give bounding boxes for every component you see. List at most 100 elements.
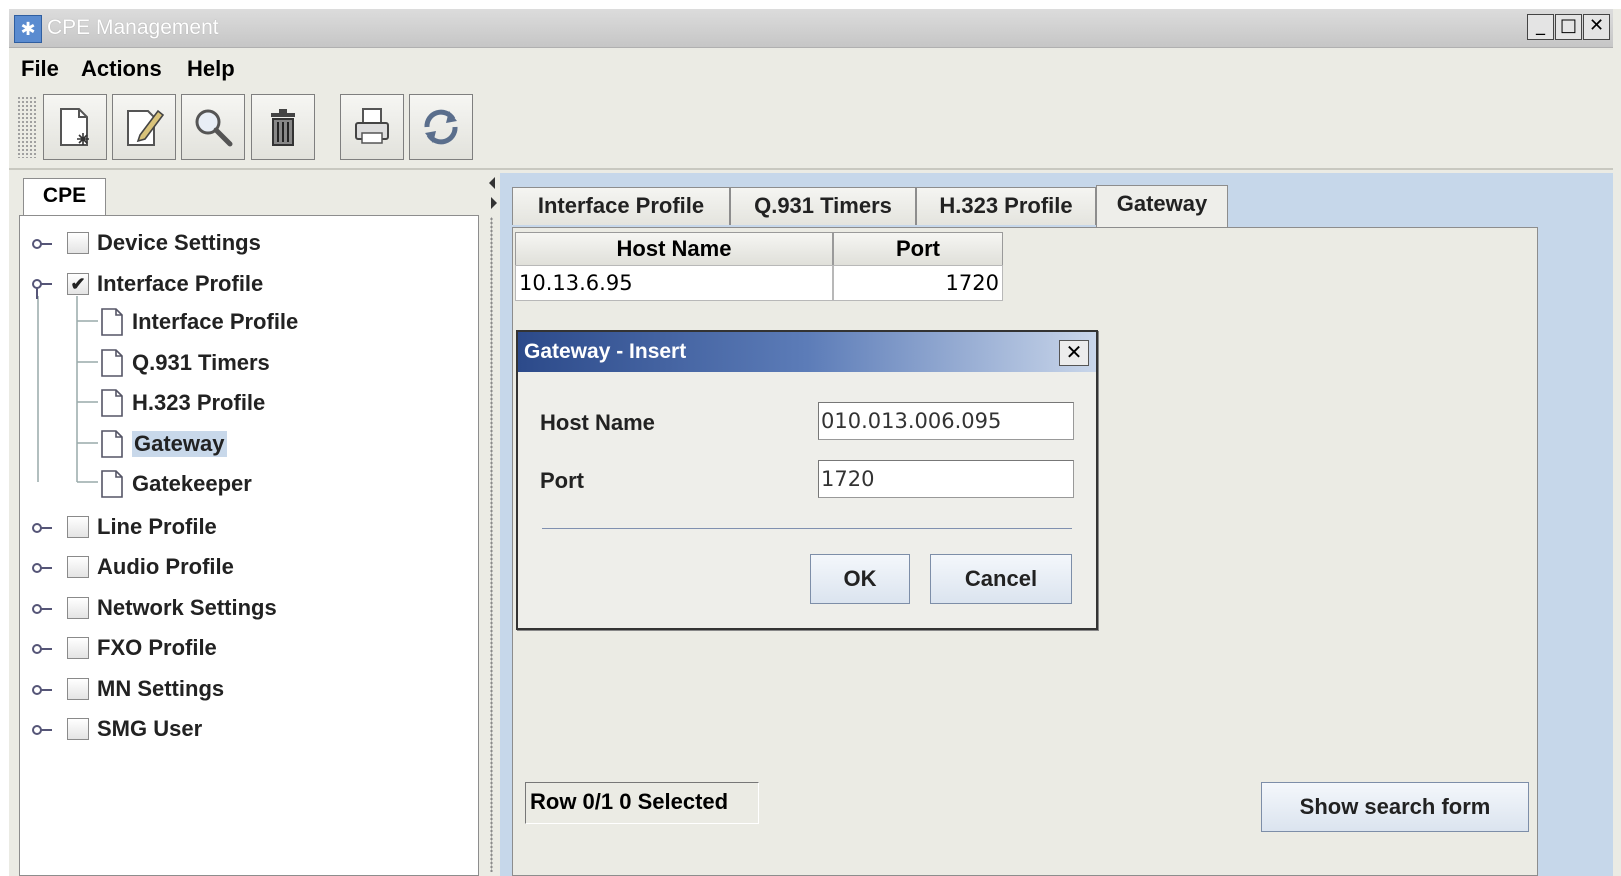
tree-leaf-gatekeeper[interactable]: Gatekeeper <box>100 467 252 501</box>
tree-node-fxo-profile[interactable]: FXO Profile <box>67 631 217 665</box>
document-icon <box>101 470 123 498</box>
tree-leaf-label: Gatekeeper <box>132 471 252 496</box>
port-input[interactable]: 1720 <box>818 460 1074 498</box>
search-icon <box>195 109 233 147</box>
tree-leaf-label: Q.931 Timers <box>132 350 270 375</box>
show-search-form-button[interactable]: Show search form <box>1261 782 1529 832</box>
tree-node-label: MN Settings <box>97 676 225 701</box>
print-button[interactable] <box>340 94 404 160</box>
port-label: Port <box>540 468 584 493</box>
tree-node-mn-settings[interactable]: MN Settings <box>67 672 224 706</box>
tree-node-network-settings[interactable]: Network Settings <box>67 591 277 625</box>
cpe-management-window: ✱ CPE Management _ □ ✕ File Actions Help <box>0 0 1621 876</box>
tab-q931-timers[interactable]: Q.931 Timers <box>730 187 916 225</box>
host-name-input[interactable]: 010.013.006.095 <box>818 402 1074 440</box>
checkbox[interactable] <box>67 516 89 538</box>
app-logo-icon: ✱ <box>14 15 42 43</box>
menu-help[interactable]: Help <box>187 56 235 82</box>
table-cell-port[interactable]: 1720 <box>833 265 1003 301</box>
checkbox[interactable] <box>67 597 89 619</box>
delete-button[interactable] <box>251 94 315 160</box>
collapse-arrows-icon[interactable] <box>485 175 501 215</box>
cpe-tree: Device Settings ✔ Interface Profile Inte… <box>19 215 479 876</box>
left-panel: CPE Device Settings ✔ Interface Profile <box>17 173 484 876</box>
tab-h323-profile[interactable]: H.323 Profile <box>916 187 1096 225</box>
checkbox-checked[interactable]: ✔ <box>67 273 89 295</box>
status-row-count: Row 0/1 0 Selected <box>525 782 759 824</box>
checkbox[interactable] <box>67 232 89 254</box>
minimize-button[interactable]: _ <box>1527 14 1554 40</box>
table-cell-host-name[interactable]: 10.13.6.95 <box>515 265 833 301</box>
ok-button[interactable]: OK <box>810 554 910 604</box>
dialog-separator <box>542 528 1072 529</box>
document-icon <box>101 430 123 458</box>
edit-icon <box>127 109 165 146</box>
close-window-button[interactable]: ✕ <box>1583 14 1610 40</box>
refresh-icon <box>424 109 458 145</box>
expand-icon[interactable] <box>32 561 52 575</box>
collapse-icon[interactable] <box>32 277 52 299</box>
title-bar[interactable]: ✱ CPE Management _ □ ✕ <box>9 9 1613 48</box>
dialog-title-bar[interactable]: Gateway - Insert ✕ <box>518 332 1096 372</box>
tree-node-label: SMG User <box>97 716 203 741</box>
menu-actions[interactable]: Actions <box>81 56 162 82</box>
expand-icon[interactable] <box>32 723 52 737</box>
tree-leaf-q931-timers[interactable]: Q.931 Timers <box>100 346 270 380</box>
menu-bar: File Actions Help <box>9 48 1613 88</box>
checkbox[interactable] <box>67 556 89 578</box>
document-icon <box>101 389 123 417</box>
window-title: CPE Management <box>47 16 219 39</box>
expand-icon[interactable] <box>32 237 52 251</box>
splitter-grip <box>490 217 493 872</box>
split-pane-divider[interactable] <box>484 173 500 876</box>
tree-node-line-profile[interactable]: Line Profile <box>67 510 217 544</box>
host-name-label: Host Name <box>540 410 655 435</box>
toolbar <box>9 88 1613 170</box>
tree-leaf-gateway[interactable]: Gateway <box>100 427 227 461</box>
tab-gateway[interactable]: Gateway <box>1096 185 1228 227</box>
expand-icon[interactable] <box>32 521 52 535</box>
new-document-icon <box>60 108 89 146</box>
menu-file[interactable]: File <box>21 56 59 82</box>
new-button[interactable] <box>43 94 107 160</box>
maximize-button[interactable]: □ <box>1555 14 1582 40</box>
screen-edge-top <box>0 0 1621 9</box>
toolbar-grip[interactable] <box>17 96 37 158</box>
tab-cpe[interactable]: CPE <box>23 178 106 215</box>
expand-icon[interactable] <box>32 642 52 656</box>
expand-icon[interactable] <box>32 683 52 697</box>
tree-node-label: Line Profile <box>97 514 217 539</box>
tree-node-label: Network Settings <box>97 595 277 620</box>
document-icon <box>101 308 123 336</box>
cancel-button[interactable]: Cancel <box>930 554 1072 604</box>
refresh-button[interactable] <box>409 94 473 160</box>
dialog-title: Gateway - Insert <box>524 340 687 363</box>
tree-node-device-settings[interactable]: Device Settings <box>67 226 261 260</box>
tree-leaf-label: H.323 Profile <box>132 390 266 415</box>
tab-interface-profile[interactable]: Interface Profile <box>512 187 730 225</box>
checkbox[interactable] <box>67 718 89 740</box>
tree-leaf-label-selected: Gateway <box>132 431 227 457</box>
tree-node-label: Interface Profile <box>97 271 264 296</box>
edit-button[interactable] <box>112 94 176 160</box>
tree-node-smg-user[interactable]: SMG User <box>67 712 202 746</box>
search-button[interactable] <box>181 94 245 160</box>
delete-trash-icon <box>271 109 295 146</box>
tree-leaf-h323-profile[interactable]: H.323 Profile <box>100 386 265 420</box>
tree-node-interface-profile[interactable]: ✔ Interface Profile <box>67 267 263 301</box>
tree-node-label: Device Settings <box>97 230 261 255</box>
column-header-host-name[interactable]: Host Name <box>515 232 833 266</box>
checkbox[interactable] <box>67 637 89 659</box>
gateway-insert-dialog: Gateway - Insert ✕ Host Name 010.013.006… <box>516 330 1098 630</box>
tree-leaf-interface-profile[interactable]: Interface Profile <box>100 305 298 339</box>
checkbox[interactable] <box>67 678 89 700</box>
expand-icon[interactable] <box>32 602 52 616</box>
print-icon <box>355 108 389 144</box>
tree-node-label: Audio Profile <box>97 554 234 579</box>
document-icon <box>101 349 123 377</box>
column-header-port[interactable]: Port <box>833 232 1003 266</box>
dialog-close-button[interactable]: ✕ <box>1059 340 1089 366</box>
tree-node-audio-profile[interactable]: Audio Profile <box>67 550 234 584</box>
tree-leaf-label: Interface Profile <box>132 309 299 334</box>
tree-node-label: FXO Profile <box>97 635 217 660</box>
